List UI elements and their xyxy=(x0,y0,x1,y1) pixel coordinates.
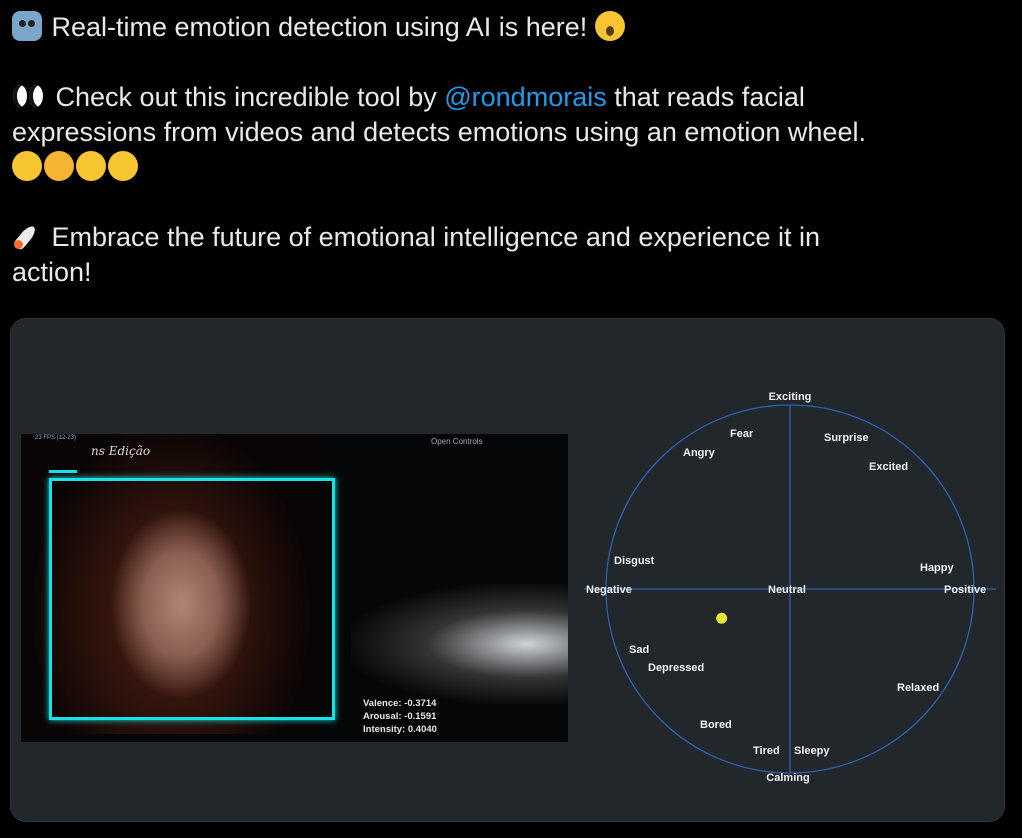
emotion-point-marker xyxy=(716,612,728,624)
angry-face-icon xyxy=(44,151,74,181)
axis-label-positive: Positive xyxy=(944,584,986,596)
label-tired: Tired xyxy=(753,745,780,757)
label-sad: Sad xyxy=(629,644,649,656)
robot-face-icon xyxy=(12,11,42,41)
axis-label-exciting: Exciting xyxy=(769,391,812,403)
tweet-line-5: Embrace the future of emotional intellig… xyxy=(12,220,1012,255)
tweet-line-1: Real-time emotion detection using AI is … xyxy=(12,10,1012,45)
axis-label-calming: Calming xyxy=(766,772,809,784)
tweet-headline: Real-time emotion detection using AI is … xyxy=(51,12,588,42)
crying-face-icon xyxy=(76,151,106,181)
label-surprise: Surprise xyxy=(824,432,869,444)
tears-of-joy-face-icon xyxy=(108,151,138,181)
tweet-text: Real-time emotion detection using AI is … xyxy=(12,10,1012,290)
label-neutral: Neutral xyxy=(768,584,806,596)
mention-link[interactable]: @rondmorais xyxy=(444,82,606,112)
label-relaxed: Relaxed xyxy=(897,682,939,694)
tweet-emoji-line xyxy=(12,150,1012,185)
heart-eyes-face-icon xyxy=(12,151,42,181)
axis-label-negative: Negative xyxy=(586,584,632,596)
label-excited: Excited xyxy=(869,461,908,473)
label-angry: Angry xyxy=(683,447,716,459)
label-depressed: Depressed xyxy=(648,662,704,674)
label-sleepy: Sleepy xyxy=(794,745,830,757)
media-video-player[interactable]: 23 FPS (12-23) ns Edição Open Controls V… xyxy=(10,318,1005,822)
emotion-wheel: Exciting Calming Negative Positive Neutr… xyxy=(584,391,996,784)
label-fear: Fear xyxy=(730,428,754,440)
surprised-face-icon xyxy=(594,11,625,41)
tweet-text-segment: that reads facial xyxy=(614,82,805,112)
eyes-icon xyxy=(12,81,46,111)
label-disgust: Disgust xyxy=(614,555,655,567)
rocket-icon xyxy=(12,221,42,251)
label-happy: Happy xyxy=(920,562,955,574)
tweet-text-segment: Embrace the future of emotional intellig… xyxy=(51,222,820,252)
tweet-line-2: Check out this incredible tool by @rondm… xyxy=(12,80,1012,115)
tweet-line-6: action! xyxy=(12,257,92,287)
tweet-text-segment: Check out this incredible tool by xyxy=(55,82,437,112)
label-bored: Bored xyxy=(700,719,732,731)
tweet-line-3: expressions from videos and detects emot… xyxy=(12,117,866,147)
